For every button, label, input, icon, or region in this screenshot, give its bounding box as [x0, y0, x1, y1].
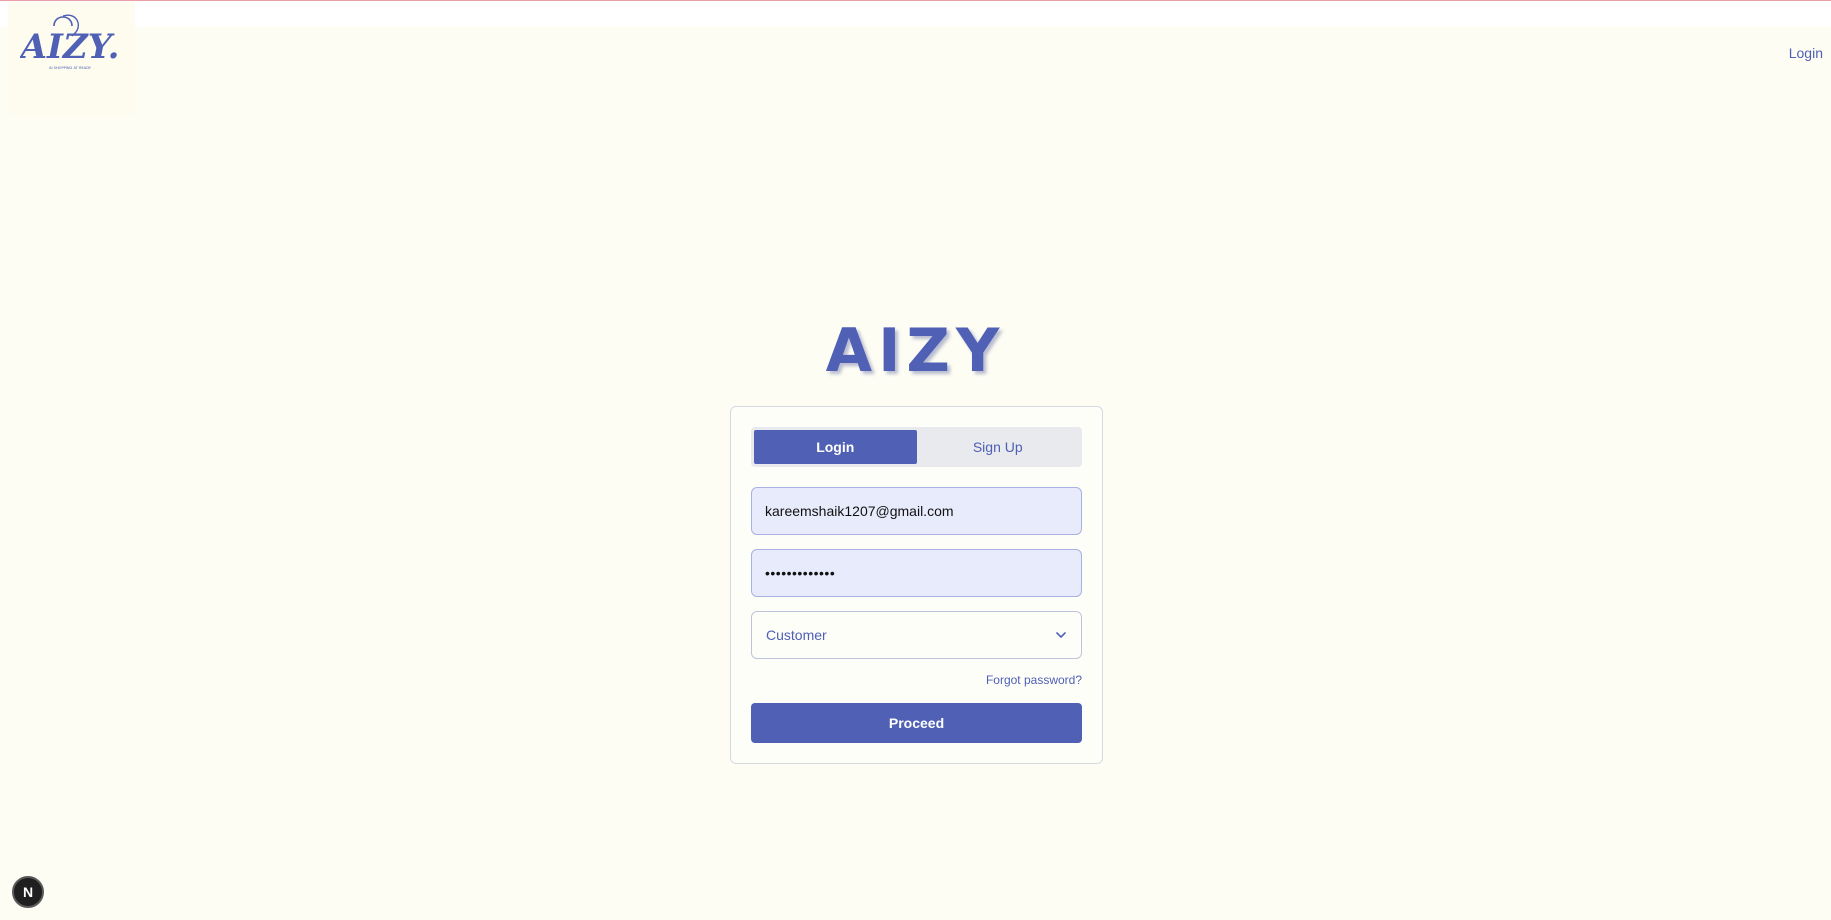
header-login-link[interactable]: Login	[1789, 45, 1823, 61]
logo[interactable]: AIZY. AI SHOPPING AT READY	[8, 2, 135, 115]
proceed-button[interactable]: Proceed	[751, 703, 1082, 743]
chevron-down-icon	[1056, 632, 1066, 638]
role-select-value: Customer	[766, 627, 827, 643]
auth-tabs: Login Sign Up	[751, 427, 1082, 467]
auth-card: Login Sign Up Customer Forgot password? …	[730, 406, 1103, 764]
browser-top-strip	[0, 0, 1831, 27]
password-field[interactable]	[751, 549, 1082, 597]
svg-text:AIZY.: AIZY.	[20, 27, 119, 67]
logo-image: AIZY. AI SHOPPING AT READY	[20, 14, 119, 70]
tab-signup[interactable]: Sign Up	[917, 430, 1080, 464]
brand-title: AIZY	[825, 316, 1006, 386]
tab-login[interactable]: Login	[754, 430, 917, 464]
svg-text:AI SHOPPING AT READY: AI SHOPPING AT READY	[49, 66, 92, 70]
forgot-password-link[interactable]: Forgot password?	[986, 673, 1082, 687]
dev-tools-indicator[interactable]: N	[12, 876, 44, 908]
email-field[interactable]	[751, 487, 1082, 535]
role-select[interactable]: Customer	[751, 611, 1082, 659]
